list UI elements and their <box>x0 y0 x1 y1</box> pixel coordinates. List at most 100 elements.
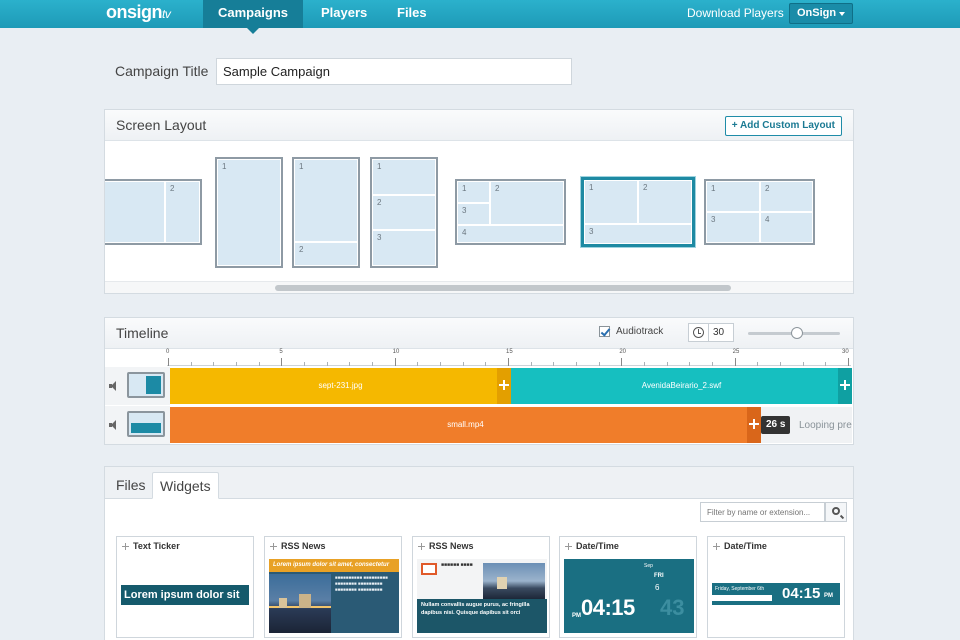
widget-card[interactable]: Date/Time Sep FRI 6 PM 04:15 43 <box>559 536 697 638</box>
ruler-minor-tick <box>213 362 215 366</box>
speaker-icon[interactable] <box>109 381 121 391</box>
download-players-link[interactable]: Download Players <box>687 0 784 28</box>
ruler-tick-label: 0 <box>166 349 170 355</box>
clock-date-line: Friday, September 6th <box>715 586 765 592</box>
tab-widgets[interactable]: Widgets <box>152 472 219 499</box>
logo-suffix: tv <box>162 7 171 21</box>
layout-zone: 2 <box>760 181 813 212</box>
timeline-header: Timeline Audiotrack 30 <box>105 318 853 349</box>
resize-handle[interactable] <box>497 368 511 404</box>
add-custom-layout-button[interactable]: + Add Custom Layout <box>724 116 842 136</box>
audiotrack-checkbox[interactable] <box>599 326 610 337</box>
looping-label: Looping pre <box>799 420 852 431</box>
divider <box>708 324 709 341</box>
timeline-block[interactable]: sept-231.jpg <box>170 368 511 404</box>
ruler-major-tick <box>734 358 736 366</box>
ruler-minor-tick <box>644 362 645 366</box>
nav-campaigns[interactable]: Campaigns <box>203 0 303 34</box>
layout-zone: 1 <box>217 159 281 266</box>
clock-preview: Sep FRI 6 PM 04:15 43 <box>564 559 694 633</box>
block-label: AvenidaBeirario_2.swf <box>641 381 722 390</box>
top-nav: onsigntv Campaigns Players Files Downloa… <box>0 0 960 34</box>
ruler-minor-tick <box>598 362 600 366</box>
layout-zone: 2 <box>294 242 358 266</box>
ruler-minor-tick <box>553 362 555 366</box>
rss-body: ■■■■■■■■■■ ■■■■■■■■■ ■■■■■■■■ ■■■■■■■■■ … <box>335 575 388 592</box>
ruler-major-tick <box>848 358 849 366</box>
widgets-tabs: Files Widgets <box>105 467 853 499</box>
widget-title: Date/Time <box>724 541 767 551</box>
zone-selector[interactable] <box>127 411 165 437</box>
caret-down-icon <box>839 12 845 16</box>
resize-handle[interactable] <box>838 368 852 404</box>
block-label: small.mp4 <box>447 420 484 429</box>
timeline-block[interactable]: small.mp4 <box>170 407 761 443</box>
screen-layout-header: Screen Layout + Add Custom Layout <box>105 110 853 141</box>
logo[interactable]: onsigntv <box>106 2 171 23</box>
filter-input[interactable] <box>700 502 825 522</box>
campaign-title-input[interactable] <box>216 58 572 85</box>
clock-ampm: PM <box>572 613 581 619</box>
ruler-minor-tick <box>780 362 781 366</box>
layout-zone: 2 <box>490 181 564 225</box>
ruler-minor-tick <box>440 362 441 366</box>
speaker-icon[interactable] <box>109 420 121 430</box>
tab-files[interactable]: Files <box>109 472 153 499</box>
ruler-minor-tick <box>372 362 373 366</box>
zone-highlight <box>131 423 161 433</box>
scrollbar-thumb[interactable] <box>275 285 731 291</box>
widget-card[interactable]: RSS News Lorem ipsum dolor sit amet, con… <box>264 536 402 638</box>
duration-field[interactable]: 30 <box>688 323 734 342</box>
widgets-panel: Files Widgets Text Ticker Lorem ipsum do… <box>104 466 854 640</box>
layout-zone: 2 <box>638 180 692 224</box>
widget-card[interactable]: Date/Time Friday, September 6th 04:15 PM <box>707 536 845 638</box>
drag-icon <box>122 543 129 550</box>
layout-option[interactable]: 1 2 3 <box>370 157 438 268</box>
ruler-minor-tick <box>757 362 759 366</box>
search-icon <box>832 507 840 515</box>
widget-card[interactable]: RSS News ■■■■■■ ■■■■ Nullam convallis au… <box>412 536 550 638</box>
logo-text: onsign <box>106 2 163 22</box>
clock-strip-preview: Friday, September 6th 04:15 PM <box>712 583 840 605</box>
layout-option[interactable]: 1 2 <box>292 157 360 268</box>
layout-zone: 1 <box>294 159 358 242</box>
ruler-tick-label: 15 <box>506 349 513 355</box>
layout-zone: 2 <box>165 181 200 243</box>
move-icon <box>749 419 759 429</box>
widget-card[interactable]: Text Ticker Lorem ipsum dolor sit <box>116 536 254 638</box>
nav-players[interactable]: Players <box>321 0 367 28</box>
zoom-slider-handle[interactable] <box>791 327 803 339</box>
layout-option[interactable]: 2 <box>105 179 202 245</box>
nav-files[interactable]: Files <box>397 0 427 28</box>
timeline-block[interactable]: AvenidaBeirario_2.swf <box>511 368 852 404</box>
org-label: OnSign <box>797 7 837 19</box>
layout-option-selected[interactable]: 1 2 3 <box>581 177 695 247</box>
layout-option[interactable]: 1 2 3 4 <box>455 179 566 245</box>
city-photo <box>483 563 545 599</box>
rss-caption: Nullam convallis augue purus, ac fringil… <box>417 599 547 633</box>
layout-zone: 3 <box>457 203 490 225</box>
resize-handle[interactable] <box>747 407 761 443</box>
ruler-minor-tick <box>530 362 532 366</box>
layout-zone: 4 <box>457 225 564 243</box>
screen-layout-panel: Screen Layout + Add Custom Layout 2 1 1 … <box>104 109 854 294</box>
campaign-title-label: Campaign Title <box>115 63 209 79</box>
ruler-major-tick <box>281 358 283 366</box>
layout-zone: 3 <box>372 230 436 266</box>
ruler-tick-label: 30 <box>842 349 849 355</box>
layout-option[interactable]: 1 <box>215 157 283 268</box>
layout-scrollbar[interactable] <box>105 281 853 293</box>
layout-option[interactable]: 1 2 3 4 <box>704 179 815 245</box>
drag-icon <box>270 543 277 550</box>
drag-icon <box>418 543 425 550</box>
zone-highlight <box>146 376 161 394</box>
duration-badge: 26 s <box>761 416 791 434</box>
zone-selector[interactable] <box>127 372 165 398</box>
ruler-major-tick <box>508 358 509 366</box>
ruler-tick-label: 10 <box>392 349 400 355</box>
org-dropdown-button[interactable]: OnSign <box>789 3 853 24</box>
layout-zone: 1 <box>584 180 638 224</box>
track-controls <box>105 406 170 444</box>
ruler-minor-tick <box>485 362 487 366</box>
search-button[interactable] <box>825 502 847 522</box>
